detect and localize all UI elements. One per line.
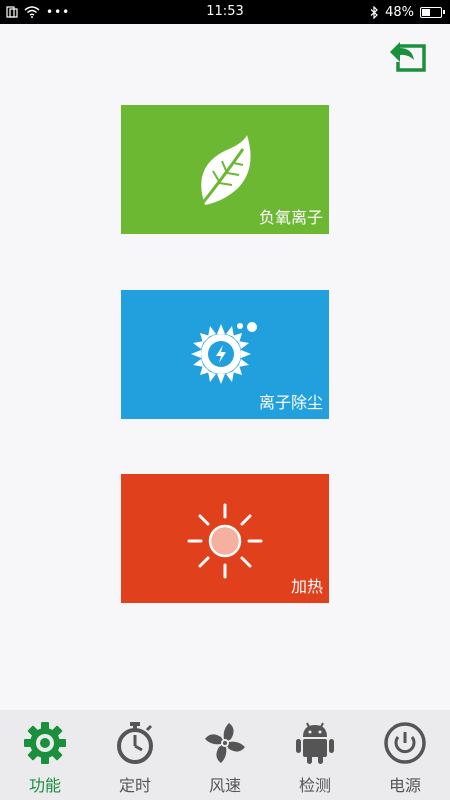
tile-negative-oxygen-ions[interactable]: 负氧离子 (121, 105, 329, 234)
back-arrow-icon (390, 42, 426, 72)
tile-ion-dust-removal[interactable]: 离子除尘 (121, 290, 329, 419)
power-icon (384, 722, 426, 764)
tile-heating[interactable]: 加热 (121, 474, 329, 603)
tab-function[interactable]: 功能 (0, 710, 90, 800)
status-right-icons: 48% (370, 0, 445, 24)
tab-fan-speed[interactable]: 风速 (180, 710, 270, 800)
fan-icon (205, 723, 245, 763)
gear-icon (24, 722, 66, 764)
bottom-tab-bar: 功能 定时 风速 检测 电源 (0, 710, 450, 800)
battery-fill (422, 8, 431, 16)
status-bar: ••• 11:53 48% (0, 0, 450, 24)
battery-icon (420, 6, 445, 18)
back-button[interactable] (386, 38, 428, 74)
tab-label: 电源 (388, 776, 421, 795)
tab-label: 定时 (118, 776, 151, 795)
tab-detect[interactable]: 检测 (270, 710, 360, 800)
tab-label: 检测 (298, 776, 331, 795)
stopwatch-icon (117, 722, 153, 764)
bluetooth-icon (370, 5, 378, 19)
tab-label: 功能 (28, 776, 61, 795)
tab-label: 风速 (208, 776, 241, 795)
tile-label: 离子除尘 (258, 393, 323, 412)
battery-percent: 48% (385, 4, 414, 20)
tab-timer[interactable]: 定时 (90, 710, 180, 800)
tile-label: 负氧离子 (258, 208, 323, 227)
tile-label: 加热 (290, 577, 323, 596)
android-icon (296, 722, 334, 764)
tab-power[interactable]: 电源 (360, 710, 450, 800)
